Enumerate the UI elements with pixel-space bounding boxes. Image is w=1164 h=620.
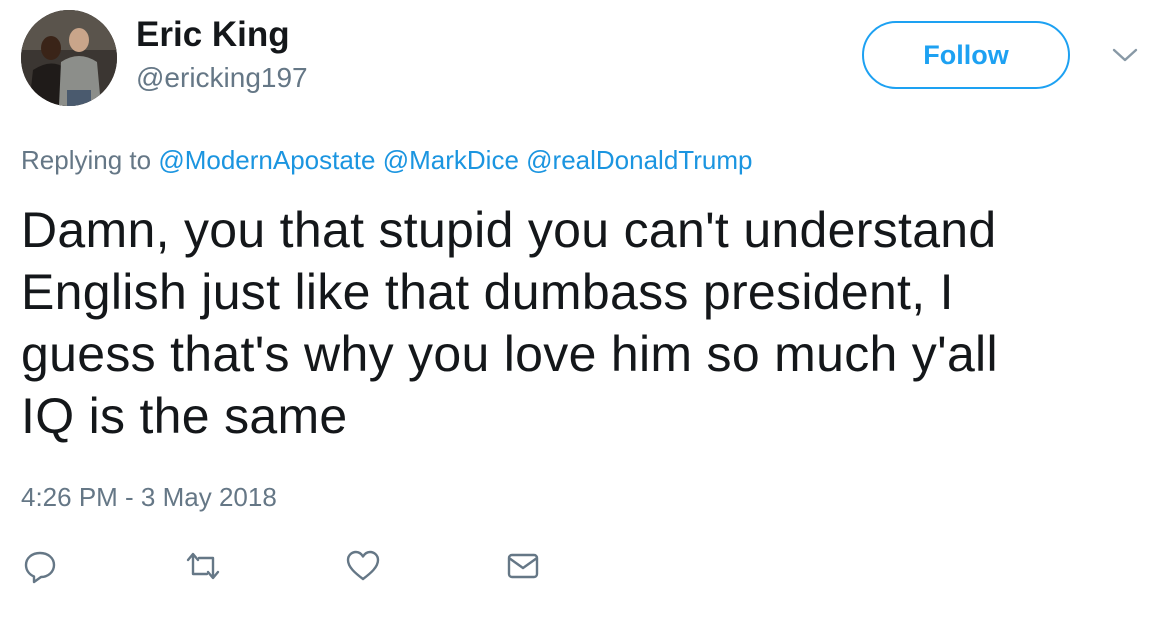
tweet-card: Eric King @ericking197 Follow Replying t…	[0, 0, 1164, 620]
direct-message-icon[interactable]	[505, 548, 541, 584]
tweet-timestamp[interactable]: 4:26 PM - 3 May 2018	[21, 480, 277, 514]
mention-link[interactable]: @realDonaldTrump	[526, 145, 752, 175]
tweet-text-line: English just like that dumbass president…	[21, 264, 954, 320]
tweet-text-line: guess that's why you love him so much y'…	[21, 326, 998, 382]
tweet-text-line: Damn, you that stupid you can't understa…	[21, 202, 997, 258]
tweet-text: Damn, you that stupid you can't understa…	[21, 199, 1141, 447]
reply-context: Replying to @ModernApostate @MarkDice @r…	[21, 143, 752, 177]
user-display-name[interactable]: Eric King	[136, 14, 290, 56]
avatar[interactable]	[21, 10, 117, 106]
user-handle[interactable]: @ericking197	[136, 60, 308, 96]
tweet-text-line: IQ is the same	[21, 388, 348, 444]
like-icon[interactable]	[345, 548, 381, 584]
mention-link[interactable]: @MarkDice	[383, 145, 519, 175]
chevron-down-icon[interactable]	[1110, 44, 1140, 66]
mention-link[interactable]: @ModernApostate	[158, 145, 375, 175]
reply-icon[interactable]	[22, 548, 58, 584]
retweet-icon[interactable]	[185, 548, 221, 584]
reply-context-prefix: Replying to	[21, 145, 152, 175]
follow-button[interactable]: Follow	[862, 21, 1070, 89]
